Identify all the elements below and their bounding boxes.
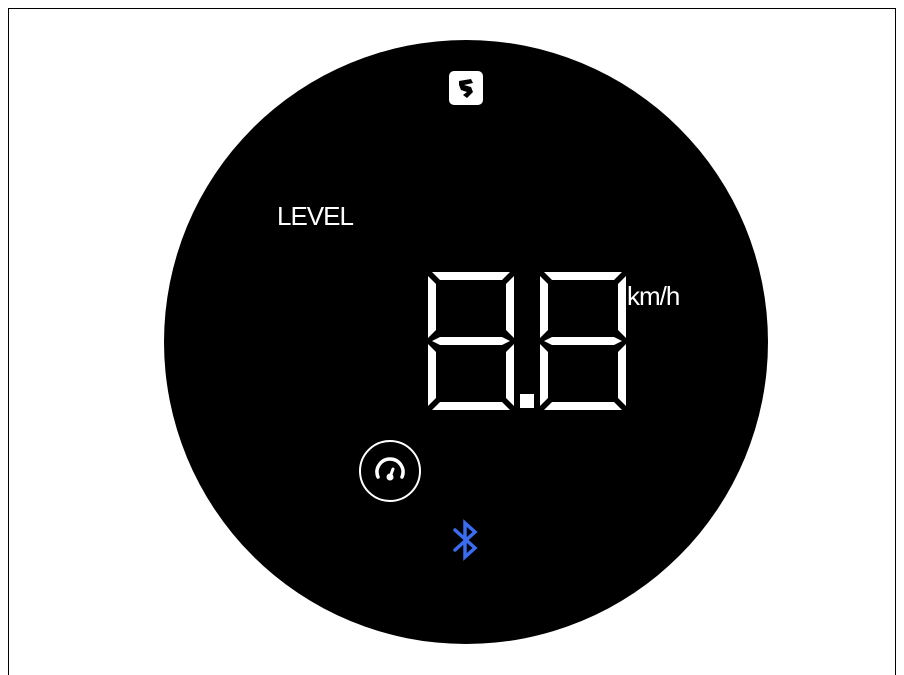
level-label: LEVEL <box>277 201 354 231</box>
speed-unit-label: km/h <box>627 281 680 311</box>
speed-readout <box>428 272 626 410</box>
speed-digit-tens <box>428 272 514 410</box>
brand-logo-icon <box>449 71 483 105</box>
speed-digit-tenths <box>540 272 626 410</box>
bluetooth-icon <box>453 519 478 561</box>
speed-decimal-point <box>520 394 534 408</box>
speedometer-icon <box>375 457 405 481</box>
speed-mode-button[interactable] <box>358 439 422 503</box>
